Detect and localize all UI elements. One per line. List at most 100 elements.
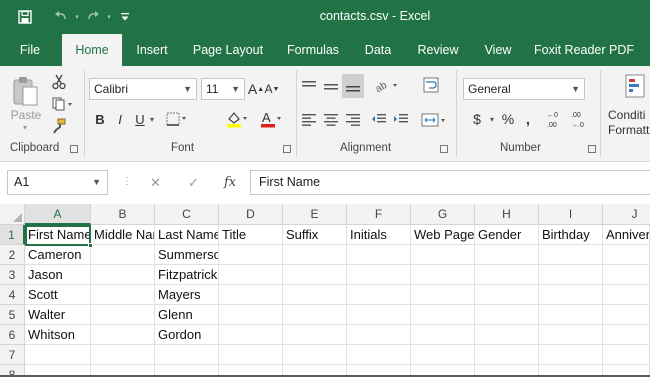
clipboard-launcher-icon[interactable] xyxy=(70,145,78,153)
cell-b1[interactable]: Middle Name xyxy=(91,225,155,245)
cell-e2[interactable] xyxy=(283,245,347,265)
cell-b5[interactable] xyxy=(91,305,155,325)
font-size-dropdown[interactable]: 11 ▼ xyxy=(201,78,245,100)
decrease-indent-icon[interactable] xyxy=(370,110,388,130)
column-header-f[interactable]: F xyxy=(347,204,411,225)
column-header-d[interactable]: D xyxy=(219,204,283,225)
cell-d3[interactable] xyxy=(219,265,283,285)
cell-h6[interactable] xyxy=(475,325,539,345)
increase-indent-icon[interactable] xyxy=(392,110,410,130)
insert-function-icon[interactable]: fx xyxy=(224,170,236,195)
cell-c6[interactable]: Gordon xyxy=(155,325,219,345)
row-header[interactable]: 2 xyxy=(0,245,25,265)
wrap-text-icon[interactable] xyxy=(420,74,442,96)
cell-i6[interactable] xyxy=(539,325,603,345)
fill-color-icon[interactable] xyxy=(222,108,252,130)
decrease-decimal-icon[interactable]: .00 →.0 xyxy=(568,106,592,132)
align-right-icon[interactable] xyxy=(344,110,362,130)
cell-e5[interactable] xyxy=(283,305,347,325)
column-header-a[interactable]: A xyxy=(25,204,91,225)
cell-a5[interactable]: Walter xyxy=(25,305,91,325)
cell-h7[interactable] xyxy=(475,345,539,365)
cell-h4[interactable] xyxy=(475,285,539,305)
tab-data[interactable]: Data xyxy=(356,34,400,66)
row-header[interactable]: 5 xyxy=(0,305,25,325)
top-align-icon[interactable] xyxy=(300,76,318,96)
cell-f4[interactable] xyxy=(347,285,411,305)
cell-d2[interactable] xyxy=(219,245,283,265)
row-header[interactable]: 6 xyxy=(0,325,25,345)
row-header[interactable]: 1 xyxy=(0,225,25,245)
cell-h1[interactable]: Gender xyxy=(475,225,539,245)
tab-review[interactable]: Review xyxy=(408,34,468,66)
cell-j7[interactable] xyxy=(603,345,650,365)
cell-i4[interactable] xyxy=(539,285,603,305)
cell-g6[interactable] xyxy=(411,325,475,345)
column-header-g[interactable]: G xyxy=(411,204,475,225)
conditional-formatting-label[interactable]: Conditi Formatt xyxy=(608,108,649,138)
cell-c1[interactable]: Last Name xyxy=(155,225,219,245)
name-box[interactable]: A1 ▼ xyxy=(7,170,108,195)
align-left-icon[interactable] xyxy=(300,110,318,130)
font-launcher-icon[interactable] xyxy=(283,145,291,153)
paste-icon[interactable] xyxy=(8,72,44,112)
tab-insert[interactable]: Insert xyxy=(126,34,178,66)
cell-a4[interactable]: Scott xyxy=(25,285,91,305)
cell-f6[interactable] xyxy=(347,325,411,345)
cell-a6[interactable]: Whitson xyxy=(25,325,91,345)
cell-e4[interactable] xyxy=(283,285,347,305)
formula-input[interactable]: First Name xyxy=(250,170,650,195)
cell-d6[interactable] xyxy=(219,325,283,345)
cell-f3[interactable] xyxy=(347,265,411,285)
cell-j1[interactable]: Anniversary xyxy=(603,225,650,245)
cell-g4[interactable] xyxy=(411,285,475,305)
paste-dropdown-icon[interactable]: ▾ xyxy=(18,122,32,132)
cell-g5[interactable] xyxy=(411,305,475,325)
column-header-j[interactable]: J xyxy=(603,204,650,225)
bottom-align-icon[interactable] xyxy=(342,74,364,98)
cell-j2[interactable] xyxy=(603,245,650,265)
comma-style-button[interactable]: , xyxy=(520,108,536,130)
tab-formulas[interactable]: Formulas xyxy=(278,34,348,66)
tab-file[interactable]: File xyxy=(8,34,52,66)
select-all-button[interactable] xyxy=(0,204,25,225)
cell-e1[interactable]: Suffix xyxy=(283,225,347,245)
middle-align-icon[interactable] xyxy=(322,76,340,96)
accounting-format-button[interactable]: $ xyxy=(466,108,488,130)
cell-g7[interactable] xyxy=(411,345,475,365)
cell-j6[interactable] xyxy=(603,325,650,345)
format-painter-icon[interactable] xyxy=(48,116,70,136)
cell-d1[interactable]: Title xyxy=(219,225,283,245)
cell-h2[interactable] xyxy=(475,245,539,265)
cancel-icon[interactable]: ✕ xyxy=(150,170,161,195)
cell-b7[interactable] xyxy=(91,345,155,365)
cell-j5[interactable] xyxy=(603,305,650,325)
cell-b4[interactable] xyxy=(91,285,155,305)
grow-font-icon[interactable]: A ▲ xyxy=(248,78,264,100)
tab-foxit-reader-pdf[interactable]: Foxit Reader PDF xyxy=(528,34,640,66)
column-header-e[interactable]: E xyxy=(283,204,347,225)
column-header-h[interactable]: H xyxy=(475,204,539,225)
column-header-i[interactable]: I xyxy=(539,204,603,225)
cell-a1[interactable]: First Name xyxy=(25,225,91,245)
cell-f2[interactable] xyxy=(347,245,411,265)
cell-e7[interactable] xyxy=(283,345,347,365)
row-header[interactable]: 4 xyxy=(0,285,25,305)
number-launcher-icon[interactable] xyxy=(588,145,596,153)
cell-i5[interactable] xyxy=(539,305,603,325)
cell-a7[interactable] xyxy=(25,345,91,365)
cell-c3[interactable]: Fitzpatrick xyxy=(155,265,219,285)
merge-center-icon[interactable] xyxy=(418,110,450,130)
percent-style-button[interactable]: % xyxy=(498,108,518,130)
row-header[interactable]: 3 xyxy=(0,265,25,285)
cell-f1[interactable]: Initials xyxy=(347,225,411,245)
copy-icon[interactable] xyxy=(48,94,78,114)
accounting-dropdown-icon[interactable]: ▾ xyxy=(487,108,497,130)
align-center-icon[interactable] xyxy=(322,110,340,130)
bold-button[interactable]: B xyxy=(92,108,108,130)
cell-d7[interactable] xyxy=(219,345,283,365)
conditional-formatting-icon[interactable] xyxy=(620,72,650,104)
paste-label[interactable]: Paste xyxy=(8,108,44,122)
cell-e3[interactable] xyxy=(283,265,347,285)
row-header[interactable]: 7 xyxy=(0,345,25,365)
